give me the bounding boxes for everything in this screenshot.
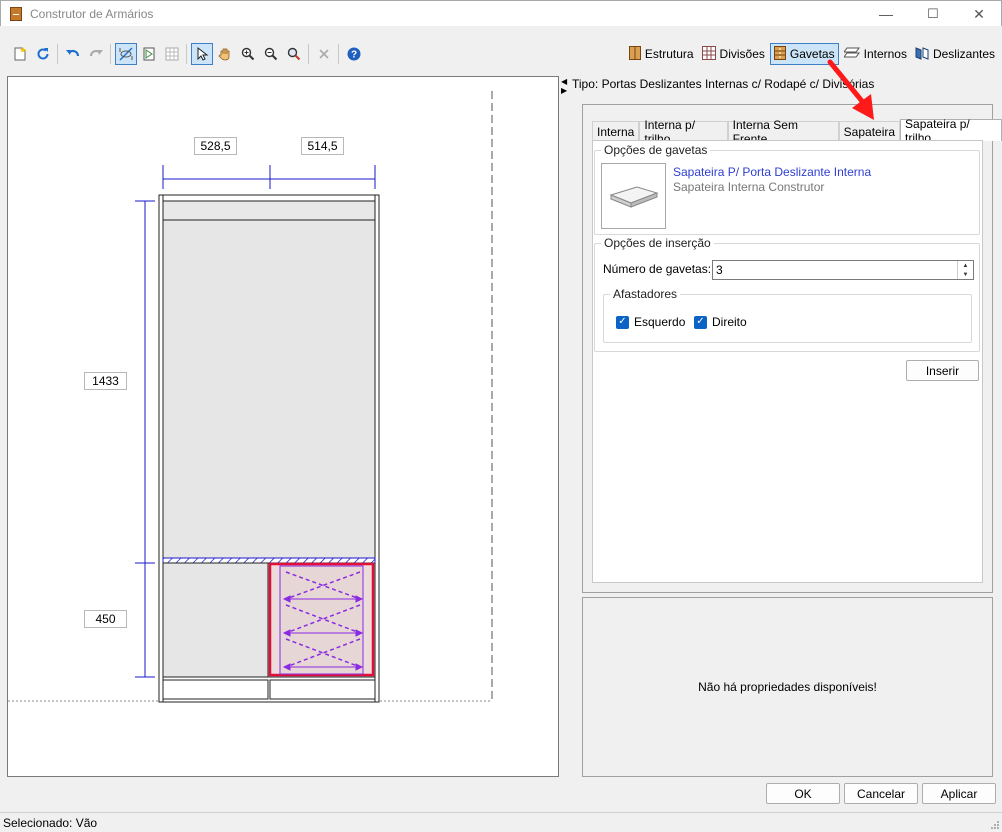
select-pointer-icon[interactable] <box>191 43 213 65</box>
properties-panel: Não há propriedades disponíveis! <box>582 597 993 777</box>
app-icon <box>10 6 22 21</box>
hatched-shelf <box>162 557 376 564</box>
checkmark-icon: ✓ <box>694 315 707 329</box>
sliding-door-icon <box>915 46 929 63</box>
right-spacer-checkbox[interactable]: ✓ Direito <box>694 315 747 329</box>
pan-hand-icon[interactable] <box>214 43 236 65</box>
drawer-options-legend: Opções de gavetas <box>604 143 708 157</box>
grid-icon <box>701 45 716 63</box>
collapse-left-icon[interactable]: ◀ <box>561 77 569 86</box>
door-icon[interactable] <box>138 43 160 65</box>
drawer-thumbnail[interactable] <box>601 163 666 229</box>
tab-estrutura-label: Estrutura <box>644 47 694 61</box>
spin-down-icon[interactable]: ▼ <box>958 270 973 279</box>
right-spacer-label: Direito <box>712 315 747 329</box>
drawer-item-title[interactable]: Sapateira P/ Porta Deslizante Interna <box>673 165 871 179</box>
minimize-button[interactable]: — <box>863 1 909 27</box>
shoe-rack-preview <box>279 565 364 675</box>
resize-grip-icon[interactable] <box>990 820 1000 830</box>
spacers-legend: Afastadores <box>613 287 678 301</box>
tab-estrutura[interactable]: Estrutura <box>626 43 697 65</box>
insert-options-legend: Opções de inserção <box>604 236 711 250</box>
drawer-type-tabs: Interna Interna p/ trilho Interna Sem Fr… <box>592 117 1002 146</box>
dimension-label[interactable]: 1433 <box>84 372 127 390</box>
tab-divisoes-label: Divisões <box>719 47 765 61</box>
insert-button[interactable]: Inserir <box>906 360 979 381</box>
checkmark-icon: ✓ <box>616 315 629 329</box>
dimension-toggle-icon[interactable] <box>115 43 137 65</box>
annotation-arrow-icon <box>827 59 874 120</box>
table-grid-icon[interactable] <box>161 43 183 65</box>
close-button[interactable]: ✕ <box>956 1 1002 27</box>
new-icon[interactable] <box>9 43 31 65</box>
tab-deslizantes[interactable]: Deslizantes <box>912 43 998 65</box>
tab-deslizantes-label: Deslizantes <box>932 47 995 61</box>
splitter-arrows[interactable]: ◀ ▶ <box>561 77 569 95</box>
tab-interna-trilho[interactable]: Interna p/ trilho <box>639 118 728 146</box>
top-panel <box>162 200 376 221</box>
cabinet-icon <box>628 45 641 63</box>
toolbar-separator <box>338 44 339 64</box>
dimension-label[interactable]: 450 <box>84 610 127 628</box>
toolbar-separator <box>308 44 309 64</box>
no-properties-text: Não há propriedades disponíveis! <box>698 680 877 694</box>
cabinet-drawing <box>8 91 493 703</box>
toolbar-separator <box>186 44 187 64</box>
toolbar-mode-tabs: Estrutura Divisões Gavetas Internos Desl… <box>624 43 998 65</box>
zoom-in-icon[interactable] <box>237 43 259 65</box>
expand-right-icon[interactable]: ▶ <box>561 86 569 95</box>
plinth-right <box>269 679 376 700</box>
dimension-label[interactable]: 514,5 <box>301 137 344 155</box>
drawer-item-subtitle: Sapateira Interna Construtor <box>673 180 825 194</box>
help-icon[interactable]: ? <box>343 43 365 65</box>
drawer-icon <box>773 45 786 63</box>
tab-sapateira[interactable]: Sapateira <box>838 121 901 141</box>
maximize-button[interactable]: ☐ <box>910 1 956 27</box>
drawer-count-spinner[interactable]: ▲ ▼ <box>957 261 973 279</box>
status-bar: Selecionado: Vão <box>0 812 1002 832</box>
lower-left-compartment <box>162 562 269 678</box>
plinth-left <box>162 679 269 700</box>
delete-icon[interactable] <box>313 43 335 65</box>
tab-interna-sem-frente[interactable]: Interna Sem Frente <box>727 118 839 146</box>
redo-icon[interactable] <box>85 43 107 65</box>
window-title: Construtor de Armários <box>30 6 154 21</box>
dimension-label[interactable]: 528,5 <box>194 137 237 155</box>
undo-icon[interactable] <box>62 43 84 65</box>
tab-interna[interactable]: Interna <box>592 121 640 141</box>
zoom-out-icon[interactable] <box>260 43 282 65</box>
status-text: Selecionado: Vão <box>3 815 98 830</box>
refresh-icon[interactable] <box>32 43 54 65</box>
main-compartment <box>162 219 376 559</box>
toolbar-separator <box>110 44 111 64</box>
toolbar-separator <box>57 44 58 64</box>
drawer-count-input[interactable] <box>712 260 974 280</box>
left-spacer-label: Esquerdo <box>634 315 686 329</box>
svg-text:?: ? <box>351 50 357 61</box>
tab-sapateira-trilho[interactable]: Sapateira p/ trilho <box>900 117 1002 145</box>
tab-divisoes[interactable]: Divisões <box>699 43 768 65</box>
title-bar: Construtor de Armários — ☐ ✕ <box>0 0 1002 26</box>
ok-button[interactable]: OK <box>766 783 840 804</box>
drawing-canvas[interactable]: 528,5 514,5 1433 450 <box>7 76 559 777</box>
drawer-count-label: Número de gavetas: <box>603 262 712 276</box>
shoe-rack-icon <box>608 186 659 208</box>
zoom-fit-icon[interactable] <box>283 43 305 65</box>
apply-button[interactable]: Aplicar <box>922 783 996 804</box>
cancel-button[interactable]: Cancelar <box>844 783 918 804</box>
spin-up-icon[interactable]: ▲ <box>958 261 973 270</box>
left-spacer-checkbox[interactable]: ✓ Esquerdo <box>616 315 685 329</box>
